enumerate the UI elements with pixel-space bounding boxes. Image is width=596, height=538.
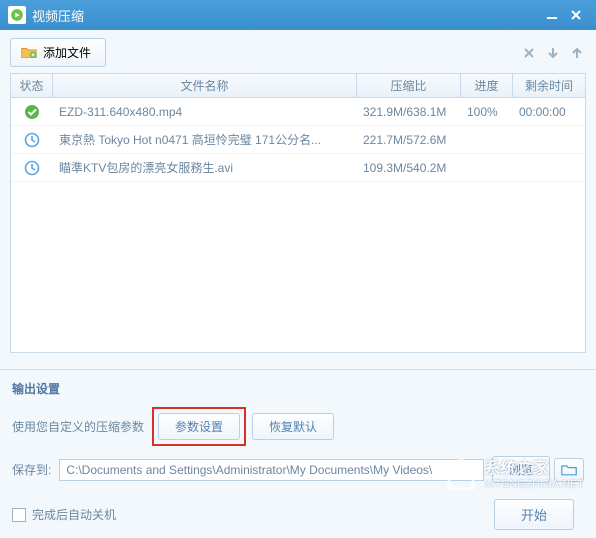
table-row[interactable]: EZD-311.640x480.mp4 321.9M/638.1M 100% 0… [11,98,585,126]
restore-default-button[interactable]: 恢复默认 [252,413,334,440]
highlight-box: 参数设置 [152,407,246,446]
add-file-button[interactable]: 添加文件 [10,38,106,67]
cell-time: 00:00:00 [513,105,585,119]
cell-ratio: 321.9M/638.1M [357,105,461,119]
table-row[interactable]: 瞄準KTV包房的漂亮女服務生.avi 109.3M/540.2M [11,154,585,182]
cell-progress: 100% [461,105,513,119]
custom-params-label: 使用您自定义的压缩参数 [12,418,144,435]
folder-plus-icon [21,46,37,60]
shutdown-label: 完成后自动关机 [32,506,116,523]
start-button[interactable]: 开始 [494,499,574,530]
toolbar: 添加文件 [10,38,586,67]
header-name[interactable]: 文件名称 [53,74,357,97]
header-status[interactable]: 状态 [11,74,53,97]
cell-filename: 瞄準KTV包房的漂亮女服務生.avi [53,159,357,176]
header-ratio[interactable]: 压缩比 [357,74,461,97]
clock-icon [24,160,40,176]
table-body: EZD-311.640x480.mp4 321.9M/638.1M 100% 0… [11,98,585,182]
output-settings: 输出设置 使用您自定义的压缩参数 参数设置 恢复默认 保存到: 浏览 完成后自动… [0,370,596,538]
clock-icon [24,132,40,148]
table-row[interactable]: 東京熱 Tokyo Hot n0471 高垣怜完璧 171公分名... 221.… [11,126,585,154]
cell-filename: EZD-311.640x480.mp4 [53,105,357,119]
open-folder-button[interactable] [554,458,584,482]
minimize-button[interactable] [540,5,564,25]
add-file-label: 添加文件 [43,44,91,61]
cell-filename: 東京熱 Tokyo Hot n0471 高垣怜完璧 171公分名... [53,131,357,148]
titlebar: 视频压缩 [0,0,596,30]
browse-button[interactable]: 浏览 [492,456,550,483]
shutdown-checkbox[interactable] [12,508,26,522]
header-time[interactable]: 剩余时间 [513,74,585,97]
close-button[interactable] [564,5,588,25]
save-path-row: 保存到: 浏览 [12,456,584,483]
app-icon [8,6,26,24]
delete-icon[interactable] [520,44,538,62]
file-table: 状态 文件名称 压缩比 进度 剩余时间 EZD-311.640x480.mp4 … [10,73,586,353]
move-up-icon[interactable] [568,44,586,62]
window-title: 视频压缩 [32,6,540,25]
open-folder-icon [561,463,577,477]
save-to-label: 保存到: [12,461,51,478]
header-progress[interactable]: 进度 [461,74,513,97]
content-area: 添加文件 状态 文件名称 压缩比 进度 剩余时间 EZD-311.640x480… [0,30,596,370]
params-row: 使用您自定义的压缩参数 参数设置 恢复默认 [12,407,584,446]
check-circle-icon [24,104,40,120]
output-section-title: 输出设置 [12,380,584,397]
save-path-input[interactable] [59,459,484,481]
table-header: 状态 文件名称 压缩比 进度 剩余时间 [11,74,585,98]
cell-ratio: 109.3M/540.2M [357,161,461,175]
cell-ratio: 221.7M/572.6M [357,133,461,147]
move-down-icon[interactable] [544,44,562,62]
bottom-row: 完成后自动关机 开始 [12,493,584,530]
params-settings-button[interactable]: 参数设置 [158,413,240,440]
